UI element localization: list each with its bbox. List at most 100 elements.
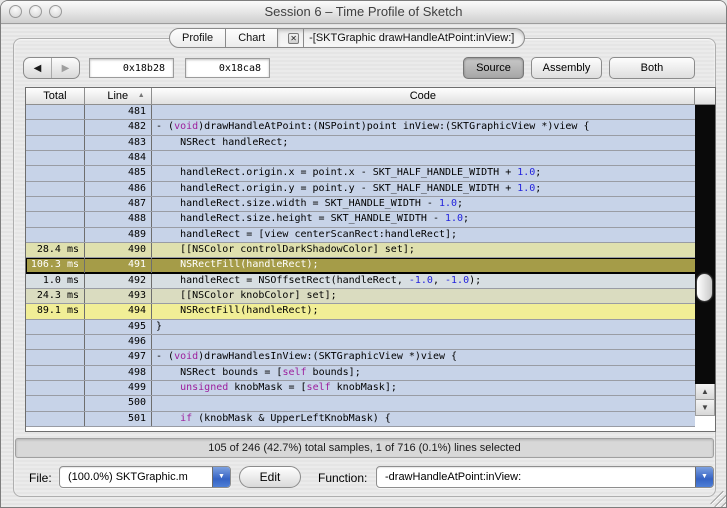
total-cell — [26, 396, 85, 410]
resize-grip[interactable] — [710, 491, 724, 505]
edit-button[interactable]: Edit — [239, 466, 301, 488]
code-cell: handleRect = NSOffsetRect(handleRect, -1… — [152, 274, 697, 288]
function-label: Function: — [318, 471, 367, 485]
code-cell: [[NSColor knobColor] set]; — [152, 289, 697, 303]
total-cell: 24.3 ms — [26, 289, 85, 303]
scroll-down-button[interactable]: ▼ — [695, 400, 715, 416]
function-popup-value: -drawHandleAtPoint:inView: — [385, 471, 691, 483]
scrollbar-track[interactable] — [695, 105, 715, 384]
total-cell — [26, 197, 85, 211]
function-popup-arrow-icon: ▼ — [695, 467, 713, 487]
code-cell: NSRect handleRect; — [152, 136, 697, 150]
code-cell: - (void)drawHandlesInView:(SKTGraphicVie… — [152, 350, 697, 364]
column-header-scroll-spacer — [695, 88, 715, 104]
line-number-cell: 501 — [85, 412, 152, 426]
vertical-scrollbar: ▲ ▼ — [695, 105, 715, 431]
table-row[interactable]: 89.1 ms494 NSRectFill(handleRect); — [26, 304, 715, 319]
code-cell: unsigned knobMask = [self knobMask]; — [152, 381, 697, 395]
total-cell — [26, 120, 85, 134]
tab-source-view[interactable]: ✕ -[SKTGraphic drawHandleAtPoint:inView:… — [278, 28, 525, 48]
total-cell: 1.0 ms — [26, 274, 85, 288]
both-button[interactable]: Both — [609, 57, 695, 79]
table-header: Total Line ▲ Code — [26, 88, 715, 105]
table-row[interactable]: 500 — [26, 396, 715, 411]
forward-button[interactable]: ▶ — [52, 58, 79, 78]
table-row[interactable]: 498 NSRect bounds = [self bounds]; — [26, 366, 715, 381]
table-row[interactable]: 488 handleRect.size.height = SKT_HANDLE_… — [26, 212, 715, 227]
column-header-line[interactable]: Line ▲ — [85, 88, 152, 104]
tab-divider — [303, 29, 304, 47]
line-number-cell: 493 — [85, 289, 152, 303]
line-number-cell: 485 — [85, 166, 152, 180]
history-nav-control: ◀ ▶ — [23, 57, 80, 79]
status-bar: 105 of 246 (42.7%) total samples, 1 of 7… — [15, 438, 714, 458]
table-row[interactable]: 485 handleRect.origin.x = point.x - SKT_… — [26, 166, 715, 181]
title-bar[interactable]: Session 6 – Time Profile of Sketch — [1, 1, 726, 24]
table-row[interactable]: 496 — [26, 335, 715, 350]
table-row[interactable]: 487 handleRect.size.width = SKT_HANDLE_W… — [26, 197, 715, 212]
table-row[interactable]: 24.3 ms493 [[NSColor knobColor] set]; — [26, 289, 715, 304]
column-header-code[interactable]: Code — [152, 88, 695, 104]
tab-chart-label: Chart — [238, 32, 265, 44]
table-row[interactable]: 483 NSRect handleRect; — [26, 136, 715, 151]
total-cell: 28.4 ms — [26, 243, 85, 257]
total-cell — [26, 212, 85, 226]
scroll-down-icon: ▼ — [701, 403, 709, 412]
table-row[interactable]: 501 if (knobMask & UpperLeftKnobMask) { — [26, 412, 715, 427]
table-row[interactable]: 1.0 ms492 handleRect = NSOffsetRect(hand… — [26, 274, 715, 289]
total-cell: 89.1 ms — [26, 304, 85, 318]
page-tabs: Profile Chart ✕ -[SKTGraphic drawHandleA… — [169, 28, 525, 48]
code-cell: NSRectFill(handleRect); — [152, 258, 697, 272]
code-cell: handleRect.size.width = SKT_HANDLE_WIDTH… — [152, 197, 697, 211]
line-number-cell: 491 — [85, 258, 152, 272]
profile-code-table: Total Line ▲ Code 481482- (void)drawHand… — [25, 87, 716, 432]
total-cell — [26, 320, 85, 334]
line-number-cell: 497 — [85, 350, 152, 364]
file-popup-value: (100.0%) SKTGraphic.m — [68, 471, 208, 483]
table-row[interactable]: 28.4 ms490 [[NSColor controlDarkShadowCo… — [26, 243, 715, 258]
line-number-cell: 489 — [85, 228, 152, 242]
code-cell: if (knobMask & UpperLeftKnobMask) { — [152, 412, 697, 426]
code-cell — [152, 105, 697, 119]
table-row[interactable]: 495} — [26, 320, 715, 335]
tab-chart[interactable]: Chart — [226, 28, 278, 48]
scroll-up-button[interactable]: ▲ — [695, 384, 715, 400]
file-popup-arrow-icon: ▼ — [212, 467, 230, 487]
code-cell: - (void)drawHandleAtPoint:(NSPoint)point… — [152, 120, 697, 134]
function-popup[interactable]: -drawHandleAtPoint:inView: ▼ — [376, 466, 714, 488]
total-cell — [26, 381, 85, 395]
total-cell — [26, 335, 85, 349]
line-number-cell: 492 — [85, 274, 152, 288]
table-row[interactable]: 484 — [26, 151, 715, 166]
code-cell — [152, 151, 697, 165]
file-popup[interactable]: (100.0%) SKTGraphic.m ▼ — [59, 466, 231, 488]
table-row[interactable]: 499 unsigned knobMask = [self knobMask]; — [26, 381, 715, 396]
close-tab-icon[interactable]: ✕ — [288, 33, 299, 44]
code-cell: handleRect.origin.x = point.x - SKT_HALF… — [152, 166, 697, 180]
address-start-field[interactable]: 0x18b28 — [89, 58, 174, 78]
back-icon: ◀ — [34, 63, 42, 74]
table-row[interactable]: 482- (void)drawHandleAtPoint:(NSPoint)po… — [26, 120, 715, 135]
table-row[interactable]: 106.3 ms491 NSRectFill(handleRect); — [26, 258, 715, 273]
sort-ascending-icon: ▲ — [138, 92, 145, 99]
source-button[interactable]: Source — [463, 57, 524, 79]
total-cell — [26, 412, 85, 426]
table-row[interactable]: 481 — [26, 105, 715, 120]
code-cell: handleRect = [view centerScanRect:handle… — [152, 228, 697, 242]
tab-source-view-label: -[SKTGraphic drawHandleAtPoint:inView:] — [309, 32, 514, 44]
line-number-cell: 499 — [85, 381, 152, 395]
tab-profile-label: Profile — [182, 32, 213, 44]
assembly-button[interactable]: Assembly — [531, 57, 602, 79]
code-cell: NSRectFill(handleRect); — [152, 304, 697, 318]
column-header-total[interactable]: Total — [26, 88, 85, 104]
table-row[interactable]: 489 handleRect = [view centerScanRect:ha… — [26, 228, 715, 243]
code-cell — [152, 396, 697, 410]
total-cell — [26, 366, 85, 380]
scrollbar-thumb[interactable] — [697, 274, 712, 301]
window-title: Session 6 – Time Profile of Sketch — [1, 4, 726, 19]
address-end-field[interactable]: 0x18ca8 — [185, 58, 270, 78]
table-row[interactable]: 497- (void)drawHandlesInView:(SKTGraphic… — [26, 350, 715, 365]
table-row[interactable]: 486 handleRect.origin.y = point.y - SKT_… — [26, 182, 715, 197]
tab-profile[interactable]: Profile — [169, 28, 226, 48]
back-button[interactable]: ◀ — [24, 58, 52, 78]
